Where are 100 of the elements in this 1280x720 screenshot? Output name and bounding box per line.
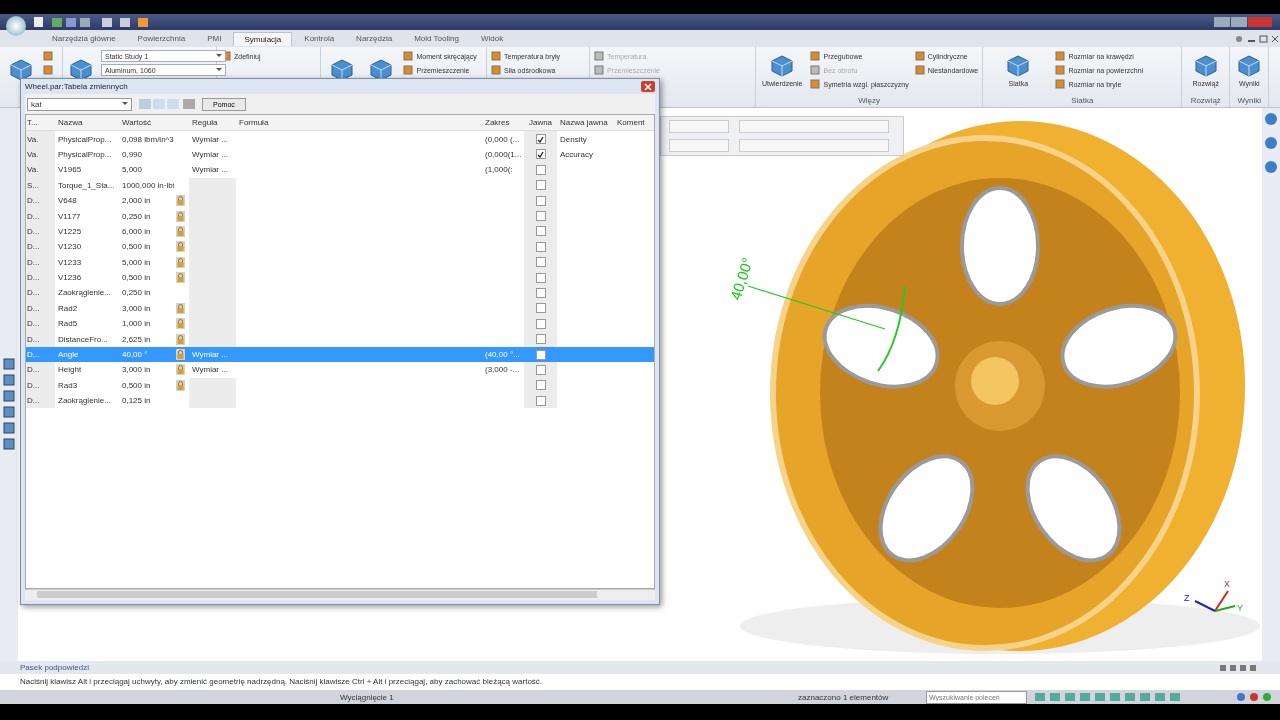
lock-icon[interactable] <box>176 349 185 361</box>
checkbox[interactable] <box>535 257 546 268</box>
table-cell-text: Angle <box>57 349 80 362</box>
input-field[interactable] <box>669 120 729 133</box>
checkbox[interactable] <box>535 303 546 314</box>
table-cell: Va. <box>26 162 40 178</box>
lock-icon[interactable] <box>176 210 185 222</box>
table-cell-text: Wymiar ... <box>191 133 229 146</box>
tool-icon[interactable] <box>3 438 15 450</box>
table-cell-text: 6,000 in <box>121 225 152 238</box>
checkbox[interactable] <box>535 149 546 160</box>
checkbox[interactable] <box>535 180 546 191</box>
checkbox[interactable] <box>535 334 546 345</box>
checkbox[interactable] <box>535 395 546 406</box>
checkbox[interactable] <box>535 349 546 360</box>
table-cell: D... <box>26 362 40 378</box>
table-cell-text: 2,625 in <box>121 333 152 346</box>
filter-dropdown[interactable]: kat <box>27 97 132 111</box>
table-cell-text: V1233 <box>57 256 83 269</box>
tool-icon[interactable] <box>3 390 15 402</box>
checkbox[interactable] <box>535 134 546 145</box>
lock-icon[interactable] <box>176 195 185 207</box>
table-cell-text: 3,000 in <box>121 364 152 377</box>
ribbon-tab[interactable]: Narzędzia <box>346 32 403 45</box>
window-controls-icon[interactable] <box>1234 33 1280 44</box>
horizontal-scrollbar[interactable] <box>25 589 655 600</box>
table-cell-text: 5,000 <box>121 164 144 177</box>
tool-icon[interactable] <box>1264 112 1278 126</box>
ribbon-tab[interactable]: PMI <box>197 32 232 45</box>
table-cell-text: 0,250 in <box>121 210 152 223</box>
close-icon <box>644 82 652 91</box>
table-cell-text: 40,00 ° <box>121 349 149 362</box>
column-header[interactable]: Zakres <box>482 115 524 131</box>
column-header[interactable]: Koment <box>614 115 654 131</box>
axis-label: Y <box>1237 603 1243 613</box>
ribbon-tab[interactable]: Widok <box>470 32 514 45</box>
table-cell-text: (0,000(1... <box>484 148 523 161</box>
table-cell-text: 0,500 in <box>121 379 152 392</box>
table-cell-text: 0,098 lbm/in^3 <box>121 133 174 146</box>
ribbon-tab[interactable]: Mold Tooling <box>404 32 469 45</box>
table-cell-text: Torque_1_Sta... <box>57 179 116 192</box>
tool-icon[interactable] <box>3 374 15 386</box>
column-header[interactable]: Nazwa jawna <box>557 115 614 131</box>
column-header[interactable]: Wartość <box>119 115 189 131</box>
table-cell-text: Zaokrąglenie... <box>57 287 112 300</box>
column-header[interactable]: Reguła <box>189 115 236 131</box>
app-menu-button[interactable] <box>6 16 26 36</box>
table-cell-text: (0,000 (... <box>484 133 521 146</box>
table-cell-text: V1965 <box>57 164 83 177</box>
lock-icon[interactable] <box>176 364 185 376</box>
tool-icon[interactable] <box>1264 136 1278 150</box>
lock-icon[interactable] <box>176 318 185 330</box>
checkbox[interactable] <box>535 226 546 237</box>
table-cell-text: 3,000 in <box>121 302 152 315</box>
ribbon-tab[interactable]: Kontrola <box>294 32 345 45</box>
checkbox[interactable] <box>535 164 546 175</box>
column-header[interactable]: Nazwa <box>55 115 119 131</box>
lock-icon[interactable] <box>176 256 185 268</box>
table-cell-text: Density <box>559 133 588 146</box>
lock-icon[interactable] <box>176 272 185 284</box>
ribbon-tab[interactable]: Narzędzia główne <box>42 32 126 45</box>
close-button[interactable] <box>641 81 655 92</box>
window-controls-icon[interactable] <box>1214 16 1274 28</box>
checkbox[interactable] <box>535 318 546 329</box>
tool-icon[interactable] <box>3 406 15 418</box>
tool-icon[interactable] <box>3 358 15 370</box>
column-header[interactable]: Formuła <box>236 115 482 131</box>
table-cell-text: 0,125 in <box>121 395 152 408</box>
table-cell-text: (40,00 °... <box>484 349 521 362</box>
ribbon-tab[interactable]: Powierzchnia <box>127 32 196 45</box>
table-cell-text: 2,000 in <box>121 195 152 208</box>
table-cell-text: 0,990 <box>121 148 144 161</box>
table-cell-text: Rad3 <box>57 379 79 392</box>
tool-icon[interactable] <box>1264 160 1278 174</box>
column-header[interactable]: T... <box>26 115 40 131</box>
lock-icon[interactable] <box>176 333 185 345</box>
ribbon-tab[interactable]: Symulacja <box>233 31 293 46</box>
checkbox[interactable] <box>535 272 546 283</box>
dialog-title: Wheel.par:Tabela zmiennych <box>25 82 128 91</box>
checkbox[interactable] <box>535 364 546 375</box>
dimension-label: 40,00° <box>726 255 757 302</box>
checkbox[interactable] <box>535 211 546 222</box>
table-cell-text: Zaokrąglenie... <box>57 395 112 408</box>
lock-icon[interactable] <box>176 379 185 391</box>
lock-icon[interactable] <box>176 225 185 237</box>
table-cell-text: PhysicalProp... <box>57 133 113 146</box>
checkbox[interactable] <box>535 288 546 298</box>
tool-icon[interactable] <box>3 422 15 434</box>
lock-icon[interactable] <box>176 302 185 314</box>
column-header[interactable]: Jawna <box>524 115 557 131</box>
checkbox[interactable] <box>535 195 546 206</box>
checkbox[interactable] <box>535 241 546 252</box>
lock-icon[interactable] <box>176 241 185 253</box>
hint-text: Naciśnij klawisz Alt i przeciągaj uchwyty, aby zmienić geometrię nadrzędną. Naciśnij klawisze Ctrl + Alt i przeciągaj, aby zachować bieżącą wartość. <box>0 674 1280 690</box>
status-icons[interactable] <box>1236 692 1272 702</box>
table-cell-text: 0,500 in <box>121 272 152 285</box>
table-cell-text: Rad2 <box>57 302 79 315</box>
filter-tools-icon[interactable] <box>138 98 196 110</box>
table-cell-text: V1236 <box>57 272 83 285</box>
checkbox[interactable] <box>535 380 546 391</box>
